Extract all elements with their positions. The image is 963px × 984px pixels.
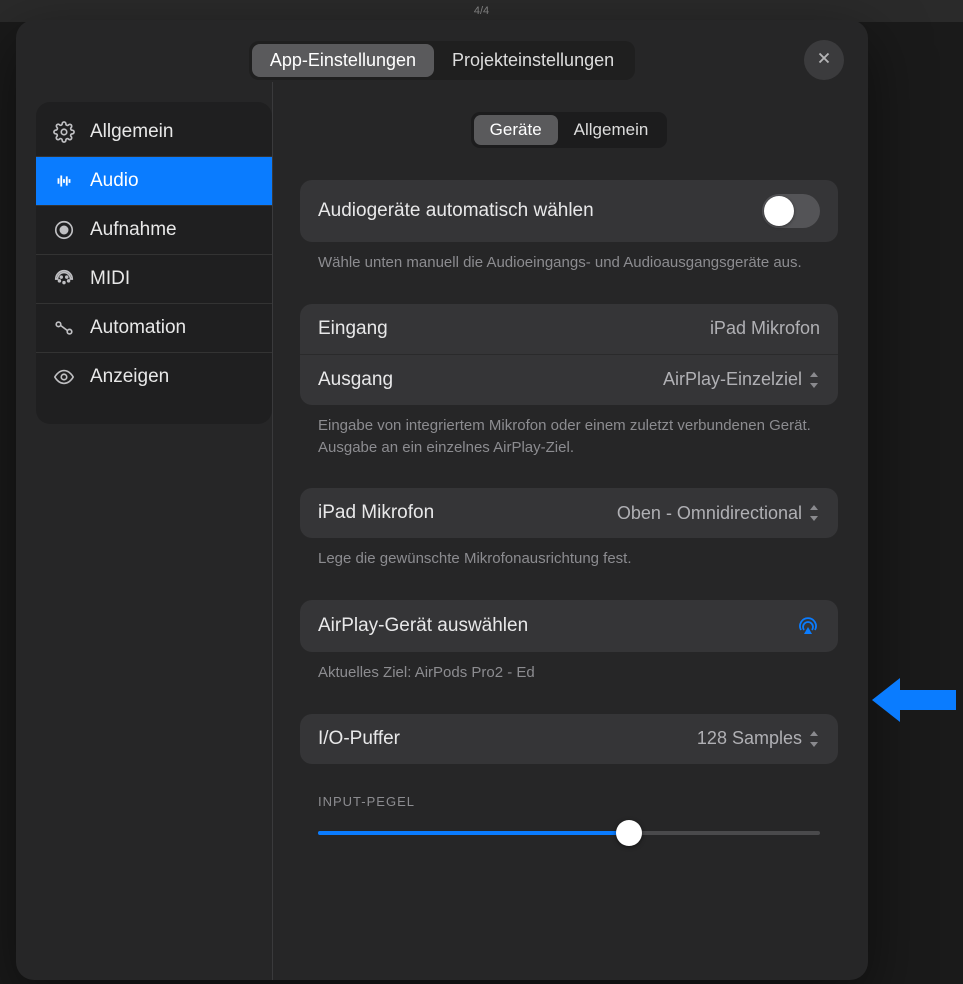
buffer-row[interactable]: I/O-Puffer 128 Samples [300,714,838,764]
sub-tab-segmented: Geräte Allgemein [471,112,668,148]
output-row[interactable]: Ausgang AirPlay-Einzelziel [300,355,838,405]
sidebar-item-recording[interactable]: Aufnahme [36,206,272,255]
auto-select-help: Wähle unten manuell die Audioeingangs- u… [300,242,838,274]
mic-help: Lege die gewünschte Mikrofonausrichtung … [300,538,838,570]
auto-select-label: Audiogeräte automatisch wählen [318,200,594,222]
chevron-updown-icon [808,731,820,747]
sidebar-item-label: Aufnahme [90,219,177,241]
input-label: Eingang [318,318,388,340]
background-toolbar: 4/4 [0,0,963,22]
airplay-card: AirPlay-Gerät auswählen [300,600,838,652]
input-row[interactable]: Eingang iPad Mikrofon [300,304,838,355]
sidebar-item-general[interactable]: Allgemein [36,108,272,157]
chevron-updown-icon [808,505,820,521]
content-panel: Geräte Allgemein Audiogeräte automatisch… [272,102,848,966]
mic-value: Oben - Omnidirectional [617,503,802,524]
backdrop-text: 4/4 [474,5,489,17]
buffer-value: 128 Samples [697,728,802,749]
chevron-updown-icon [808,372,820,388]
close-button[interactable] [804,40,844,80]
mic-label: iPad Mikrofon [318,502,434,524]
input-level-label: INPUT-PEGEL [300,794,838,819]
io-help: Eingabe von integriertem Mikrofon oder e… [300,405,838,459]
sidebar-item-automation[interactable]: Automation [36,304,272,353]
subtab-devices[interactable]: Geräte [474,115,558,145]
sidebar: Allgemein Audio Aufnahme MIDI [36,102,272,424]
close-icon [815,49,833,72]
waveform-icon [52,169,76,193]
main-tab-segmented: App-Einstellungen Projekteinstellungen [249,41,635,80]
sidebar-item-audio[interactable]: Audio [36,157,272,206]
airplay-select-row[interactable]: AirPlay-Gerät auswählen [300,600,838,652]
toggle-knob [764,196,794,226]
settings-modal: App-Einstellungen Projekteinstellungen A… [16,20,868,980]
sidebar-item-label: Automation [90,317,186,339]
buffer-card: I/O-Puffer 128 Samples [300,714,838,764]
sidebar-item-label: Audio [90,170,139,192]
output-label: Ausgang [318,369,393,391]
sidebar-item-label: Anzeigen [90,366,169,388]
input-value: iPad Mikrofon [710,318,820,339]
sidebar-item-midi[interactable]: MIDI [36,255,272,304]
input-level-slider[interactable] [318,819,820,847]
modal-header: App-Einstellungen Projekteinstellungen [36,36,848,84]
airplay-icon [796,614,820,638]
mic-card: iPad Mikrofon Oben - Omnidirectional [300,488,838,538]
airplay-label: AirPlay-Gerät auswählen [318,615,528,637]
output-value: AirPlay-Einzelziel [663,369,802,390]
auto-select-card: Audiogeräte automatisch wählen [300,180,838,242]
mic-row[interactable]: iPad Mikrofon Oben - Omnidirectional [300,488,838,538]
subtab-general[interactable]: Allgemein [558,115,665,145]
gear-icon [52,120,76,144]
callout-arrow [872,674,956,731]
record-icon [52,218,76,242]
tab-app-settings[interactable]: App-Einstellungen [252,44,434,77]
tab-project-settings[interactable]: Projekteinstellungen [434,44,632,77]
midi-icon [52,267,76,291]
slider-thumb[interactable] [616,820,642,846]
airplay-help: Aktuelles Ziel: AirPods Pro2 - Ed [300,652,838,684]
eye-icon [52,365,76,389]
buffer-label: I/O-Puffer [318,728,400,750]
io-card: Eingang iPad Mikrofon Ausgang AirPlay-Ei… [300,304,838,405]
automation-icon [52,316,76,340]
slider-fill [318,831,629,835]
sidebar-item-view[interactable]: Anzeigen [36,353,272,401]
sidebar-item-label: MIDI [90,268,130,290]
auto-select-toggle[interactable] [762,194,820,228]
sidebar-item-label: Allgemein [90,121,173,143]
